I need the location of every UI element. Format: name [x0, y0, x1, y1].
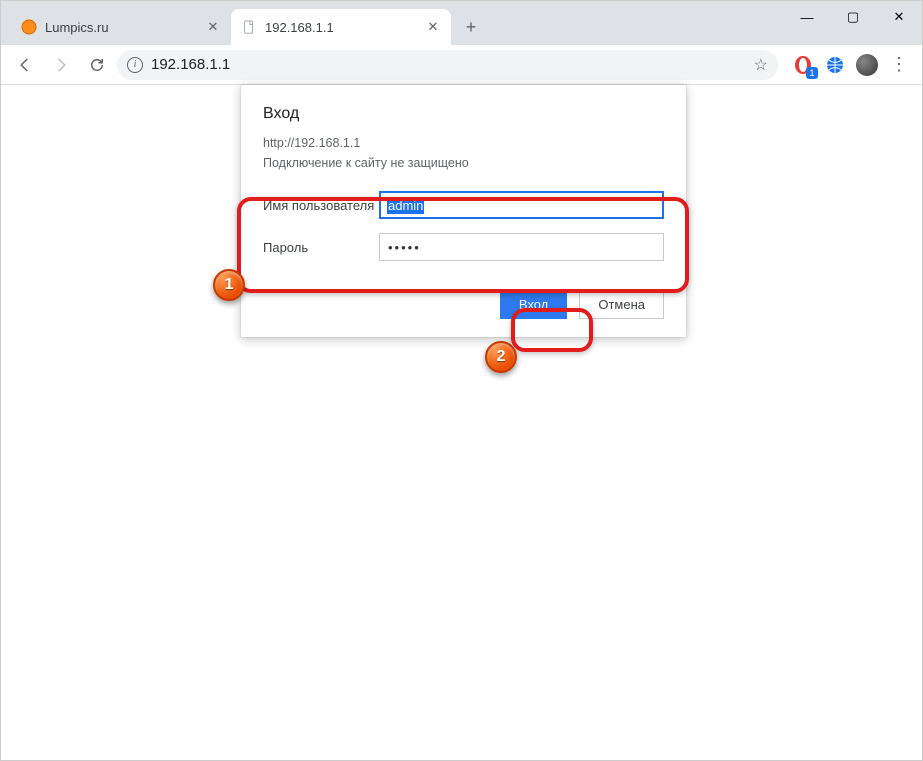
badge-number: 2 — [497, 348, 506, 366]
back-button[interactable] — [9, 49, 41, 81]
site-info-icon[interactable]: i — [127, 57, 143, 73]
avatar-icon — [856, 54, 878, 76]
kebab-icon: ⋮ — [890, 54, 908, 74]
maximize-button[interactable]: ▢ — [830, 1, 876, 33]
reload-icon — [88, 56, 106, 74]
dialog-title: Вход — [263, 105, 664, 123]
blank-page-icon — [241, 19, 257, 35]
dialog-origin: http://192.168.1.1 — [263, 133, 664, 153]
login-button-label: Вход — [519, 297, 548, 312]
browser-toolbar: i 192.168.1.1 ☆ 1 ⋮ — [1, 45, 922, 85]
dialog-warning: Подключение к сайту не защищено — [263, 153, 664, 173]
profile-avatar[interactable] — [856, 54, 878, 76]
arrow-left-icon — [16, 56, 34, 74]
username-row: Имя пользователя admin — [263, 191, 664, 219]
new-tab-button[interactable]: + — [457, 13, 485, 41]
minimize-button[interactable]: — — [784, 1, 830, 33]
extension-globe-icon[interactable] — [824, 54, 846, 76]
http-auth-dialog: Вход http://192.168.1.1 Подключение к са… — [241, 85, 686, 337]
close-window-button[interactable]: ✕ — [876, 1, 922, 33]
login-button[interactable]: Вход — [500, 289, 567, 319]
dialog-actions: Вход Отмена — [263, 289, 664, 319]
tab-strip: Lumpics.ru ✕ 192.168.1.1 ✕ + — [1, 1, 784, 45]
maximize-icon: ▢ — [847, 9, 859, 25]
extension-opera-icon[interactable]: 1 — [792, 54, 814, 76]
badge-number: 1 — [225, 276, 234, 294]
reload-button[interactable] — [81, 49, 113, 81]
extensions-area: 1 ⋮ — [782, 54, 914, 76]
forward-button[interactable] — [45, 49, 77, 81]
username-value: admin — [387, 197, 424, 214]
url-text: 192.168.1.1 — [151, 56, 746, 73]
tab-title: 192.168.1.1 — [265, 20, 417, 35]
annotation-badge-2: 2 — [485, 341, 517, 373]
dialog-subtext: http://192.168.1.1 Подключение к сайту н… — [263, 133, 664, 173]
close-icon: ✕ — [894, 9, 905, 25]
address-bar[interactable]: i 192.168.1.1 ☆ — [117, 50, 778, 80]
arrow-right-icon — [52, 56, 70, 74]
page-content: Вход http://192.168.1.1 Подключение к са… — [1, 85, 922, 760]
password-label: Пароль — [263, 240, 379, 255]
browser-menu-button[interactable]: ⋮ — [888, 54, 910, 75]
bookmark-star-icon[interactable]: ☆ — [754, 55, 768, 75]
info-glyph: i — [134, 59, 137, 70]
minimize-icon: — — [801, 10, 814, 25]
extension-badge: 1 — [806, 67, 818, 79]
password-value: ••••• — [388, 240, 421, 255]
plus-icon: + — [466, 17, 477, 38]
password-input[interactable]: ••••• — [379, 233, 664, 261]
close-icon[interactable]: ✕ — [425, 19, 441, 35]
cancel-button[interactable]: Отмена — [579, 289, 664, 319]
tab-lumpics[interactable]: Lumpics.ru ✕ — [11, 9, 231, 45]
tab-router[interactable]: 192.168.1.1 ✕ — [231, 9, 451, 45]
window-titlebar: Lumpics.ru ✕ 192.168.1.1 ✕ + — ▢ ✕ — [1, 1, 922, 45]
username-label: Имя пользователя — [263, 198, 379, 213]
password-row: Пароль ••••• — [263, 233, 664, 261]
cancel-button-label: Отмена — [598, 297, 645, 312]
username-input[interactable]: admin — [379, 191, 664, 219]
orange-circle-icon — [21, 19, 37, 35]
close-icon[interactable]: ✕ — [205, 19, 221, 35]
tab-title: Lumpics.ru — [45, 20, 197, 35]
window-controls: — ▢ ✕ — [784, 1, 922, 33]
